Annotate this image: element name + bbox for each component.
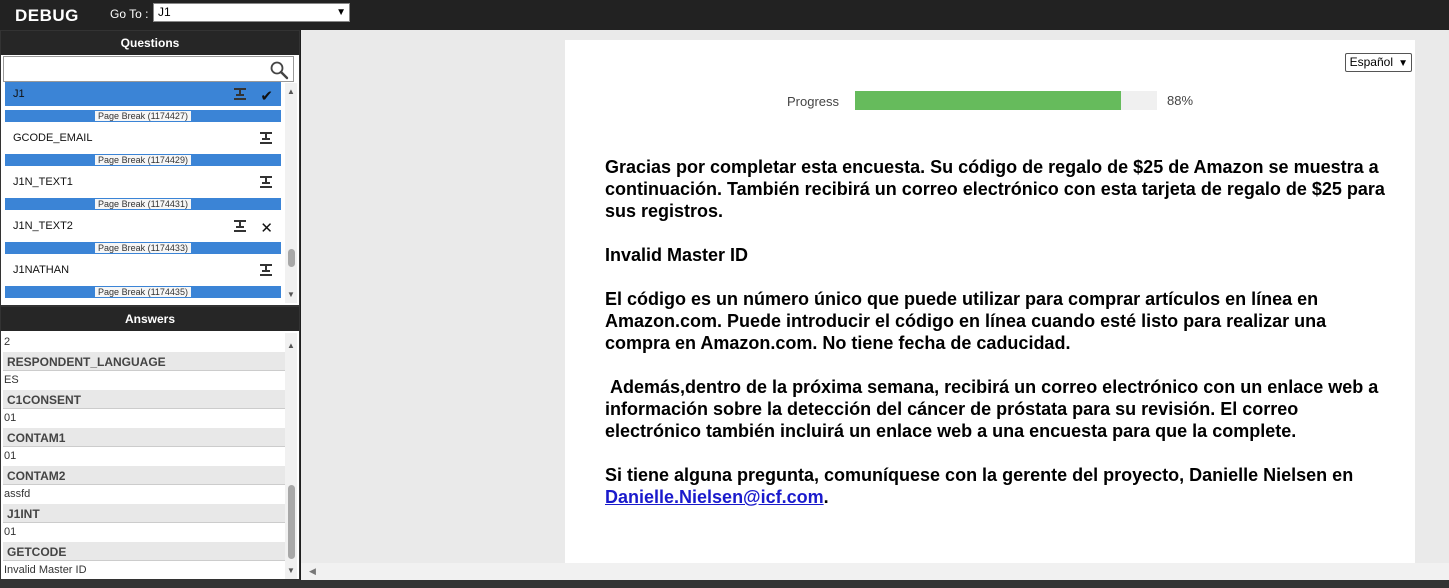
questions-panel: Questions J1 ✔ Page Break (1174427) GCOD…	[0, 30, 300, 306]
scroll-left-icon[interactable]: ◀	[309, 566, 316, 577]
answer-name: RESPONDENT_LANGUAGE	[3, 352, 285, 371]
contact-text: Si tiene alguna pregunta, comuníquese co…	[605, 465, 1354, 485]
page-break: Page Break (1174433)	[5, 242, 281, 254]
language-selected-value: Español	[1349, 55, 1393, 69]
goto-select[interactable]: J1 ▼	[153, 3, 350, 22]
survey-message: Gracias por completar esta encuesta. Su …	[605, 156, 1395, 530]
question-search-input[interactable]	[3, 56, 294, 82]
progress-bar	[855, 91, 1157, 110]
branch-flow-icon[interactable]	[233, 219, 247, 233]
page-break: Page Break (1174431)	[5, 198, 281, 210]
code-info-paragraph: El código es un número único que puede u…	[605, 289, 1327, 353]
footer-bar	[0, 580, 1449, 588]
scroll-thumb[interactable]	[288, 485, 295, 559]
brand-title: DEBUG	[15, 6, 79, 25]
branch-flow-icon[interactable]	[233, 87, 247, 101]
scroll-down-icon[interactable]: ▼	[287, 290, 295, 299]
gift-code-paragraph: Invalid Master ID	[605, 245, 749, 265]
answer-list: 2 RESPONDENT_LANGUAGE ES C1CONSENT 01 CO…	[3, 333, 285, 579]
close-icon[interactable]: ✕	[260, 217, 273, 241]
progress-label: Progress	[787, 94, 840, 109]
question-item-j1n-text2[interactable]: J1N_TEXT2 ✕	[5, 214, 281, 238]
contact-paragraph: Si tiene alguna pregunta, comuníquese co…	[605, 464, 1395, 508]
contact-suffix: .	[823, 487, 829, 507]
question-item-j1n-text1[interactable]: J1N_TEXT1	[5, 170, 281, 194]
chevron-down-icon: ▼	[336, 7, 346, 18]
question-label: J1NATHAN	[13, 264, 70, 276]
progress-bar-fill	[855, 91, 1121, 110]
answers-panel: Answers 2 RESPONDENT_LANGUAGE ES C1CONSE…	[0, 306, 300, 580]
answer-value: Invalid Master ID	[3, 561, 285, 579]
progress-percent: 88%	[1167, 93, 1194, 108]
answer-name: GETCODE	[3, 542, 285, 561]
question-label: J1N_TEXT2	[13, 220, 73, 232]
questions-header: Questions	[1, 31, 299, 55]
scroll-up-icon[interactable]: ▲	[287, 87, 295, 96]
answer-value: 01	[3, 447, 285, 466]
language-select[interactable]: Español ▼	[1344, 53, 1412, 72]
check-icon: ✔	[260, 88, 273, 105]
branch-flow-icon[interactable]	[259, 175, 273, 189]
questions-scrollbar[interactable]: ▲ ▼	[285, 83, 297, 303]
page-break: Page Break (1174429)	[5, 154, 281, 166]
contact-email-link[interactable]: Danielle.Nielsen@icf.com	[605, 487, 824, 507]
goto-selected-value: J1	[158, 5, 171, 19]
answer-name: J1INT	[3, 504, 285, 523]
page-break: Page Break (1174427)	[5, 110, 281, 122]
horizontal-scrollbar[interactable]: ◀	[301, 563, 1449, 580]
branch-flow-icon[interactable]	[259, 131, 273, 145]
answer-value: ES	[3, 371, 285, 390]
answer-name: C1CONSENT	[3, 390, 285, 409]
answer-value: 01	[3, 409, 285, 428]
followup-paragraph: Además,dentro de la próxima semana, reci…	[605, 377, 1384, 441]
page-break: Page Break (1174435)	[5, 286, 281, 298]
survey-preview-area: Español ▼ Progress 88% Gracias por compl…	[301, 30, 1449, 580]
scroll-thumb[interactable]	[288, 249, 295, 267]
scroll-up-icon[interactable]: ▲	[287, 341, 295, 350]
answer-value: assfd	[3, 485, 285, 504]
scroll-down-icon[interactable]: ▼	[287, 566, 295, 575]
top-bar: DEBUG Go To : J1 ▼	[0, 0, 1449, 30]
question-item-gcode-email[interactable]: GCODE_EMAIL	[5, 126, 281, 150]
goto-label: Go To :	[110, 7, 149, 21]
answers-header: Answers	[1, 307, 299, 331]
chevron-down-icon: ▼	[1398, 58, 1408, 69]
thank-you-paragraph: Gracias por completar esta encuesta. Su …	[605, 157, 1385, 221]
answer-name: CONTAM1	[3, 428, 285, 447]
answer-value: 2	[3, 333, 285, 352]
question-label: GCODE_EMAIL	[13, 132, 93, 144]
survey-page: Español ▼ Progress 88% Gracias por compl…	[565, 40, 1415, 563]
search-icon[interactable]	[269, 60, 289, 80]
question-list: J1 ✔ Page Break (1174427) GCODE_EMAIL Pa…	[5, 82, 281, 302]
answers-scrollbar[interactable]: ▲ ▼	[285, 333, 297, 579]
branch-flow-icon[interactable]	[259, 263, 273, 277]
answer-name: CONTAM2	[3, 466, 285, 485]
question-item-j1[interactable]: J1 ✔	[5, 82, 281, 106]
question-item-j1nathan[interactable]: J1NATHAN	[5, 258, 281, 282]
question-label: J1	[13, 88, 25, 100]
answer-value: 01	[3, 523, 285, 542]
question-label: J1N_TEXT1	[13, 176, 73, 188]
